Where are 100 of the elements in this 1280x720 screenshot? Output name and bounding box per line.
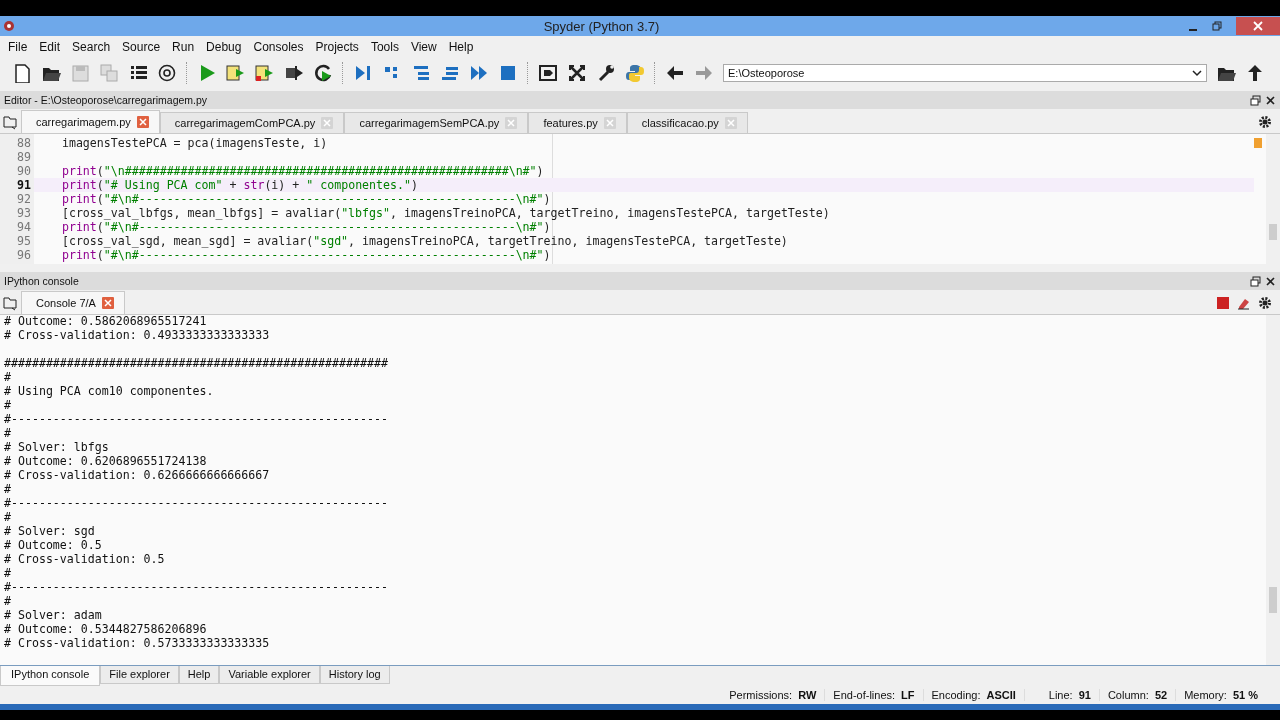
menu-item[interactable]: File	[4, 40, 36, 54]
wrench-icon[interactable]	[596, 63, 616, 83]
close-icon[interactable]	[1265, 94, 1276, 106]
status-label: Memory:	[1184, 689, 1227, 701]
undock-icon[interactable]	[1250, 275, 1261, 287]
menu-item[interactable]: Edit	[35, 40, 69, 54]
status-label: Permissions:	[729, 689, 793, 701]
menu-item[interactable]: Tools	[366, 40, 407, 54]
continue-icon[interactable]	[469, 63, 489, 83]
code-line: print("#\n#------------------------------------------------------\n#")	[60, 192, 552, 206]
warning-marker	[1254, 138, 1262, 148]
output-line: # Outcome: 0.5	[4, 538, 103, 552]
output-line: #	[4, 370, 12, 384]
output-line: # Cross-validation: 0.4933333333333333	[4, 328, 271, 342]
menu-item[interactable]: Consoles	[249, 40, 312, 54]
rerun-icon[interactable]	[313, 63, 333, 83]
forward-arrow-icon[interactable]	[694, 63, 714, 83]
folder-icon[interactable]	[3, 114, 19, 130]
output-line: # Outcome: 0.5344827586206896	[4, 622, 208, 636]
output-line: # Solver: sgd	[4, 524, 96, 538]
scrollbar[interactable]	[1266, 315, 1280, 665]
scrollbar-thumb[interactable]	[1269, 224, 1277, 240]
status-value: 51 %	[1232, 689, 1258, 701]
status-label: Line:	[1048, 689, 1073, 701]
maximize-icon[interactable]	[538, 63, 558, 83]
menu-item[interactable]: Source	[118, 40, 169, 54]
output-line: # Solver: adam	[4, 608, 103, 622]
line-number: 96	[16, 248, 32, 262]
pane-tab[interactable]: Help	[178, 666, 220, 684]
line-number: 89	[16, 150, 32, 164]
menu-item[interactable]: Run	[168, 40, 203, 54]
restore-icon[interactable]	[1212, 21, 1222, 31]
line-number: 95	[16, 234, 32, 248]
output-line: #	[4, 594, 12, 608]
output-line: #######################################################	[4, 356, 389, 370]
code-line: imagensTestePCA = pca(imagensTeste, i)	[60, 136, 329, 150]
status-value: 52	[1154, 689, 1168, 701]
output-line: #	[4, 510, 12, 524]
code-line: [cross_val_lbfgs, mean_lbfgs] = avaliar("lbfgs", imagensTreinoPCA, targetTreino, imagensTestePCA, targetTeste)	[60, 206, 831, 220]
status-value: ASCII	[986, 689, 1016, 701]
eraser-icon[interactable]	[1237, 296, 1250, 310]
output-line: # Outcome: 0.6206896551724138	[4, 454, 208, 468]
output-line: # Using PCA com10 componentes.	[4, 384, 215, 398]
line-number: 93	[16, 206, 32, 220]
pane-tab[interactable]: File explorer	[100, 666, 179, 684]
run-cell-advance-icon[interactable]	[255, 63, 275, 83]
code-line: print("#\n#------------------------------------------------------\n#")	[60, 248, 552, 262]
code-editor[interactable]	[0, 134, 1280, 264]
output-line: #	[4, 566, 12, 580]
output-line: # Cross-validation: 0.5733333333333335	[4, 636, 271, 650]
pane-tab[interactable]: History log	[319, 666, 390, 684]
line-number: 91	[16, 178, 32, 192]
menu-item[interactable]: Search	[68, 40, 119, 54]
fullscreen-icon[interactable]	[567, 63, 587, 83]
undock-icon[interactable]	[1250, 94, 1261, 106]
pane-tab[interactable]: Variable explorer	[219, 666, 320, 684]
pane-title: Editor - E:\Osteoporose\carregarimagem.py	[4, 94, 208, 106]
line-number: 92	[16, 192, 32, 206]
output-line: #	[4, 482, 12, 496]
status-label: End-of-lines:	[833, 689, 896, 701]
output-line: #------------------------------------------------------	[4, 580, 389, 594]
line-number: 90	[16, 164, 32, 178]
file-tab[interactable]: features.py	[528, 112, 627, 133]
menu-item[interactable]: Debug	[202, 40, 250, 54]
file-tab[interactable]: Console 7/A	[21, 291, 125, 314]
scrollbar[interactable]	[1266, 134, 1280, 264]
file-tab[interactable]: carregarimagemSemPCA.py	[344, 112, 529, 133]
close-icon[interactable]	[1265, 275, 1276, 287]
pane-title: IPython console	[4, 275, 79, 287]
line-number: 94	[16, 220, 32, 234]
code-line: [cross_val_sgd, mean_sgd] = avaliar("sgd", imagensTreinoPCA, targetTreino, imagensTestePCA, targetTeste)	[60, 234, 789, 248]
file-tab[interactable]: classificacao.py	[626, 112, 748, 133]
menu-item[interactable]: View	[406, 40, 445, 54]
settings-icon[interactable]	[1258, 115, 1272, 129]
close-button[interactable]	[1236, 17, 1280, 35]
file-tab[interactable]: carregarimagemComPCA.py	[159, 112, 345, 133]
debug-icon[interactable]	[353, 63, 373, 83]
menu-item[interactable]: Projects	[311, 40, 367, 54]
dropdown-icon[interactable]	[1192, 69, 1202, 77]
console-output[interactable]	[0, 315, 1280, 666]
settings-icon[interactable]	[1258, 296, 1272, 310]
output-line: #	[4, 398, 12, 412]
new-file-icon[interactable]	[12, 63, 32, 83]
status-label: Column:	[1107, 689, 1149, 701]
path-combobox[interactable]: E:\Osteoporose	[723, 64, 1207, 82]
run-selection-icon[interactable]	[284, 63, 304, 83]
run-cell-icon[interactable]	[226, 63, 246, 83]
step-into-icon[interactable]	[411, 63, 431, 83]
output-line: #------------------------------------------------------	[4, 496, 389, 510]
output-line: # Outcome: 0.5862068965517241	[4, 314, 208, 328]
scrollbar-thumb[interactable]	[1269, 587, 1277, 613]
folder-icon[interactable]	[3, 295, 19, 311]
status-value: RW	[798, 689, 817, 701]
stop-icon[interactable]	[498, 63, 518, 83]
menu-item[interactable]: Help	[444, 40, 482, 54]
status-value: LF	[901, 689, 915, 701]
app-icon[interactable]	[3, 20, 15, 32]
pane-tab[interactable]: IPython console	[0, 666, 101, 686]
python-icon[interactable]	[625, 63, 645, 83]
file-tab[interactable]: carregarimagem.py	[21, 110, 160, 133]
